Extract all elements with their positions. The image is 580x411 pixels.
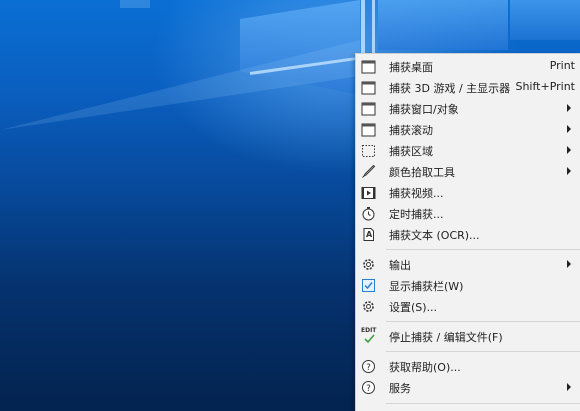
ocr-icon: A: [360, 226, 377, 243]
submenu-arrow-icon: [567, 104, 571, 112]
capture-context-menu: 捕获桌面 Print 捕获 3D 游戏 / 主显示器 Shift+Print 捕…: [355, 53, 580, 411]
menu-item-settings[interactable]: 设置(S)...: [356, 296, 580, 317]
menu-item-label: 颜色拾取工具: [389, 166, 455, 179]
menu-item-capture-desktop[interactable]: 捕获桌面 Print: [356, 56, 580, 77]
menu-item-services[interactable]: ? 服务: [356, 377, 580, 398]
submenu-arrow-icon: [567, 125, 571, 133]
submenu-arrow-icon: [567, 167, 571, 175]
menu-item-output[interactable]: 输出: [356, 254, 580, 275]
film-icon: [360, 184, 377, 201]
menu-item-label: 获取帮助(O)...: [389, 361, 461, 374]
window-icon: [360, 121, 377, 138]
checkbox-icon: [360, 277, 377, 294]
menu-item-show-capture-bar[interactable]: 显示捕获栏(W): [356, 275, 580, 296]
menu-item-label: 捕获视频...: [389, 187, 444, 200]
menu-separator: [386, 249, 580, 250]
menu-item-capture-window[interactable]: 捕获窗口/对象: [356, 98, 580, 119]
menu-item-label: 捕获文本 (OCR)...: [389, 229, 480, 242]
menu-item-label: 输出: [389, 259, 411, 272]
menu-separator: [386, 321, 580, 322]
menu-item-get-help[interactable]: ? 获取帮助(O)...: [356, 356, 580, 377]
menu-item-label: 设置(S)...: [389, 301, 438, 314]
menu-item-label: 捕获 3D 游戏 / 主显示器: [389, 82, 511, 95]
screen-icon: [360, 58, 377, 75]
menu-item-capture-text-ocr[interactable]: A 捕获文本 (OCR)...: [356, 224, 580, 245]
menu-item-label: 服务: [389, 382, 411, 395]
window-icon: [360, 100, 377, 117]
wallpaper-logo-pane: [378, 0, 508, 50]
menu-item-shortcut: Print: [549, 59, 575, 72]
menu-item-capture-scroll[interactable]: 捕获滚动: [356, 119, 580, 140]
menu-item-stop-capture-edit[interactable]: EDIT 停止捕获 / 编辑文件(F): [356, 326, 580, 347]
edit-icon: EDIT: [360, 327, 377, 345]
menu-item-capture-video[interactable]: 捕获视频...: [356, 182, 580, 203]
menu-item-label: 捕获桌面: [389, 61, 433, 74]
help-icon: ?: [360, 358, 377, 375]
svg-text:?: ?: [366, 363, 371, 373]
menu-item-label: 显示捕获栏(W): [389, 280, 464, 293]
submenu-arrow-icon: [567, 260, 571, 268]
menu-item-shortcut: Shift+Print: [515, 80, 575, 93]
menu-item-label: 停止捕获 / 编辑文件(F): [389, 331, 503, 344]
edit-icon-text: EDIT: [361, 327, 377, 334]
menu-item-label: 捕获滚动: [389, 124, 433, 137]
gear-icon: [360, 256, 377, 273]
wallpaper-light-beam: [120, 0, 150, 8]
wallpaper-light-beam: [0, 40, 360, 130]
gear-icon: [360, 298, 377, 315]
menu-item-timed-capture[interactable]: 定时捕获...: [356, 203, 580, 224]
menu-item-color-picker[interactable]: 颜色拾取工具: [356, 161, 580, 182]
menu-separator: [386, 403, 580, 404]
menu-item-label: 定时捕获...: [389, 208, 444, 221]
menu-item-label: 捕获区域: [389, 145, 433, 158]
region-icon: [360, 142, 377, 159]
menu-item-label: 捕获窗口/对象: [389, 103, 459, 116]
eyedropper-icon: [360, 163, 377, 180]
svg-text:?: ?: [366, 384, 371, 394]
wallpaper-logo-pane: [510, 0, 580, 40]
screen-icon: [360, 79, 377, 96]
ocr-icon-letter: A: [366, 230, 373, 239]
submenu-arrow-icon: [567, 146, 571, 154]
submenu-arrow-icon: [567, 383, 571, 391]
help-icon: ?: [360, 379, 377, 396]
menu-separator: [386, 351, 580, 352]
wallpaper-logo-frame: [372, 0, 375, 55]
menu-item-capture-region[interactable]: 捕获区域: [356, 140, 580, 161]
menu-item-capture-3d-game[interactable]: 捕获 3D 游戏 / 主显示器 Shift+Print: [356, 77, 580, 98]
timer-icon: [360, 205, 377, 222]
